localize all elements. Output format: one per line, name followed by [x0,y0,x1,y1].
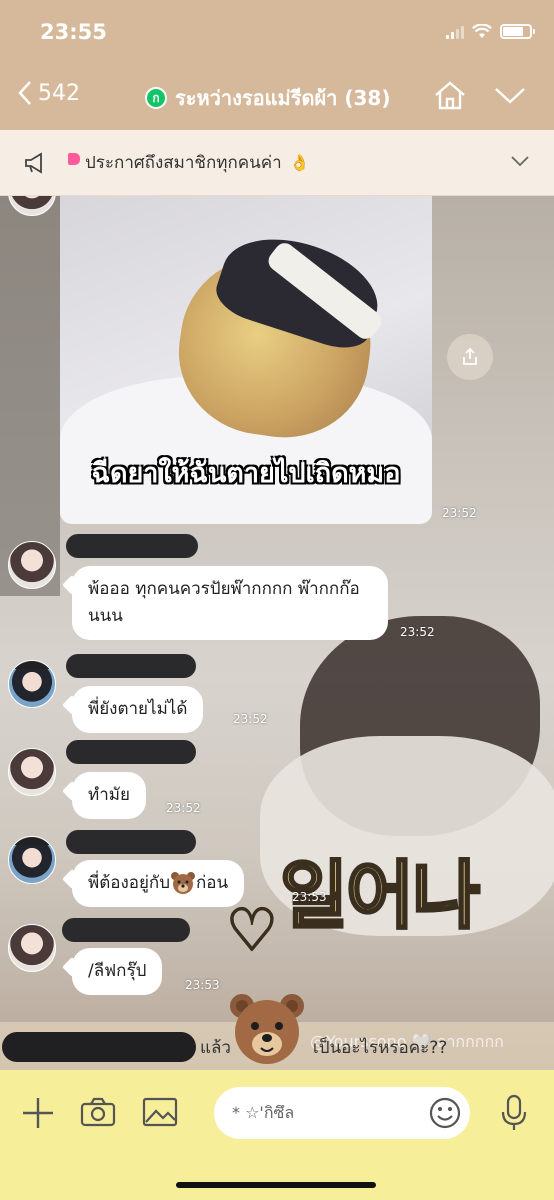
sender-name-redacted [62,918,190,942]
share-icon [463,347,477,365]
announcement-text: ประกาศถึงสมาชิกทุกคนค่า [85,153,282,173]
message-bubble[interactable]: ทำมัย [72,772,146,819]
message-bubble[interactable]: พ้อออ ทุกคนควรปัยพ๊ากกกก พ๊ากกก๊อนนน [72,566,388,640]
avatar[interactable] [8,748,56,796]
image-icon[interactable] [142,1097,178,1127]
avatar[interactable] [8,660,56,708]
chevron-left-icon [18,81,31,105]
chevron-down-icon[interactable] [510,155,530,167]
message-time: 23:52 [400,625,435,639]
announcement-bar[interactable]: ประกาศถึงสมาชิกทุกคนค่า 👌 [0,130,554,196]
camera-icon[interactable] [80,1097,116,1127]
image-message[interactable]: ฉีดยาให้ฉันตายไปเถิดหมอ [60,196,432,524]
bear-emoji-icon [230,994,304,1064]
battery-icon [500,24,535,39]
message-time: 23:52 [233,712,268,726]
home-indicator [176,1182,376,1188]
announcement-emoji: 👌 [289,153,310,172]
message-time: 23:53 [292,890,327,904]
sender-name-redacted [66,534,198,558]
message-bubble[interactable]: /ลีฟกรุ๊ป [72,948,163,995]
message-bubble[interactable]: พี่ยังตายไม่ได้ [72,686,204,733]
image-caption: ฉีดยาให้ฉันตายไปเถิดหมอ [91,458,401,489]
status-icons [446,24,535,39]
avatar[interactable] [8,541,56,589]
message-time: 23:52 [442,506,477,520]
sender-name-redacted [2,1032,196,1062]
signal-icon [446,25,464,39]
group-title[interactable]: ก ระหว่างรอแม่รีดผ้า (38) [145,82,390,114]
message-time: 23:52 [166,801,201,815]
group-badge-icon: ก [145,87,167,109]
bear-emoji-icon [170,871,196,895]
header-bar: 23:55 542 ก ระหว่างรอแม่รีดผ้า (38) [0,0,554,130]
sender-name-redacted [66,740,196,764]
group-name: ระหว่างรอแม่รีดผ้า (38) [175,86,391,110]
emoji-icon[interactable] [428,1096,462,1130]
message-bubble[interactable]: พี่ต้องอยู่กับ ก่อน [72,860,245,907]
avatar[interactable] [8,836,56,884]
chat-area[interactable]: ♡ 일어나 ฉีดยาให้ฉันตายไปเถิดหมอ 23:52 พ้ออ… [0,196,554,1070]
chevron-down-icon[interactable] [494,86,526,106]
flag-icon [68,152,80,165]
background-heart: ♡ [225,895,279,965]
home-icon[interactable] [433,80,467,110]
back-count: 542 [38,80,80,106]
share-button[interactable] [447,334,493,380]
avatar[interactable] [8,924,56,972]
megaphone-icon [25,151,42,174]
sender-name-redacted [66,830,196,854]
plus-icon[interactable] [20,1095,56,1131]
input-bar: * ☆'กิซึล [0,1070,554,1200]
sender-name-redacted [66,654,196,678]
message-time: 23:53 [185,978,220,992]
back-button[interactable]: 542 [18,80,80,106]
status-time: 23:55 [40,20,107,44]
wifi-icon [472,24,492,38]
microphone-icon[interactable] [500,1094,528,1132]
background-image [0,196,60,596]
